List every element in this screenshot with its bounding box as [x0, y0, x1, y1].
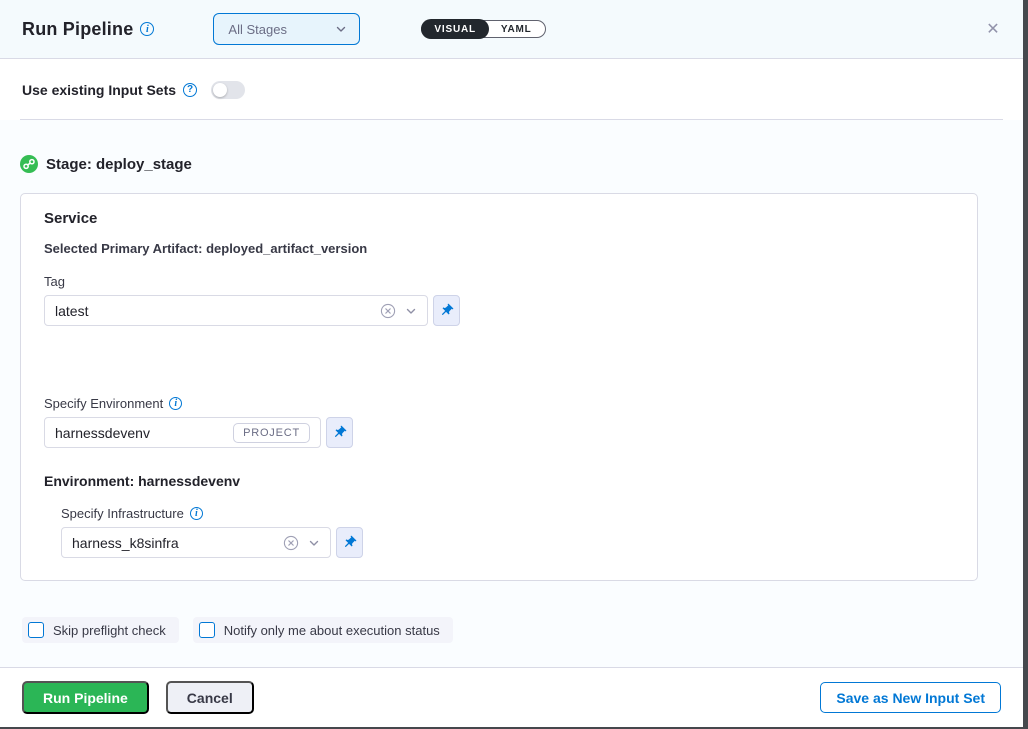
cd-stage-icon	[20, 155, 38, 173]
tab-yaml[interactable]: YAML	[488, 20, 545, 38]
page-title: Run Pipeline	[22, 19, 133, 40]
service-heading: Service	[44, 210, 955, 227]
clear-icon[interactable]	[380, 303, 396, 319]
input-sets-row: Use existing Input Sets	[0, 59, 1023, 120]
chevron-down-icon[interactable]	[405, 305, 417, 317]
infrastructure-input-shell	[61, 527, 331, 558]
input-sets-toggle[interactable]	[211, 81, 245, 99]
environment-input[interactable]	[55, 425, 233, 441]
pin-icon	[439, 303, 454, 318]
cancel-button[interactable]: Cancel	[166, 681, 254, 714]
input-sets-label: Use existing Input Sets	[22, 82, 176, 98]
dialog-footer: Run Pipeline Cancel Save as New Input Se…	[0, 667, 1023, 727]
scope-badge: PROJECT	[233, 423, 310, 443]
infrastructure-input-row	[61, 527, 955, 558]
close-icon[interactable]	[981, 17, 1005, 41]
tag-pin-button[interactable]	[433, 295, 460, 326]
environment-pin-button[interactable]	[326, 417, 353, 448]
environment-label-row: Specify Environment	[44, 396, 955, 411]
input-sets-help-icon[interactable]	[183, 83, 197, 97]
tag-label: Tag	[44, 274, 955, 289]
service-card: Service Selected Primary Artifact: deplo…	[20, 193, 978, 581]
infrastructure-label: Specify Infrastructure	[61, 506, 184, 521]
run-pipeline-button[interactable]: Run Pipeline	[22, 681, 149, 714]
notify-me-label: Notify only me about execution status	[224, 623, 440, 638]
stage-row: Stage: deploy_stage	[0, 120, 1023, 174]
clear-icon[interactable]	[283, 535, 299, 551]
environment-heading: Environment: harnessdevenv	[44, 473, 955, 489]
pin-icon	[332, 425, 347, 440]
save-as-new-input-set-button[interactable]: Save as New Input Set	[820, 682, 1001, 713]
form-area: Stage: deploy_stage Service Selected Pri…	[0, 120, 1023, 643]
tag-input[interactable]	[55, 303, 380, 319]
toggle-knob	[213, 83, 227, 97]
chevron-down-icon	[335, 23, 347, 35]
options-row: Skip preflight check Notify only me abou…	[22, 617, 1023, 643]
infrastructure-section: Specify Infrastructure	[61, 506, 955, 558]
environment-input-shell: PROJECT	[44, 417, 321, 448]
view-toggle: VISUAL YAML	[421, 20, 545, 38]
selected-artifact-text: Selected Primary Artifact: deployed_arti…	[44, 241, 955, 256]
stage-selector-value: All Stages	[228, 22, 335, 37]
stage-title: Stage: deploy_stage	[46, 156, 192, 173]
infrastructure-label-row: Specify Infrastructure	[61, 506, 955, 521]
skip-preflight-label: Skip preflight check	[53, 623, 166, 638]
environment-info-icon[interactable]	[169, 397, 182, 410]
dialog-header: Run Pipeline All Stages VISUAL YAML	[0, 0, 1023, 59]
notify-me-option[interactable]: Notify only me about execution status	[193, 617, 453, 643]
run-pipeline-dialog: Run Pipeline All Stages VISUAL YAML Use …	[0, 0, 1023, 727]
tag-input-row	[44, 295, 955, 326]
environment-label: Specify Environment	[44, 396, 163, 411]
pin-icon	[342, 535, 357, 550]
infrastructure-input[interactable]	[72, 535, 283, 551]
skip-preflight-checkbox[interactable]	[28, 622, 44, 638]
environment-input-row: PROJECT	[44, 417, 955, 448]
chevron-down-icon[interactable]	[308, 537, 320, 549]
infrastructure-pin-button[interactable]	[336, 527, 363, 558]
stage-selector-dropdown[interactable]: All Stages	[213, 13, 360, 45]
infrastructure-info-icon[interactable]	[190, 507, 203, 520]
pipeline-info-icon[interactable]	[140, 22, 154, 36]
notify-me-checkbox[interactable]	[199, 622, 215, 638]
tag-input-shell	[44, 295, 428, 326]
skip-preflight-option[interactable]: Skip preflight check	[22, 617, 179, 643]
tab-visual[interactable]: VISUAL	[421, 19, 488, 39]
